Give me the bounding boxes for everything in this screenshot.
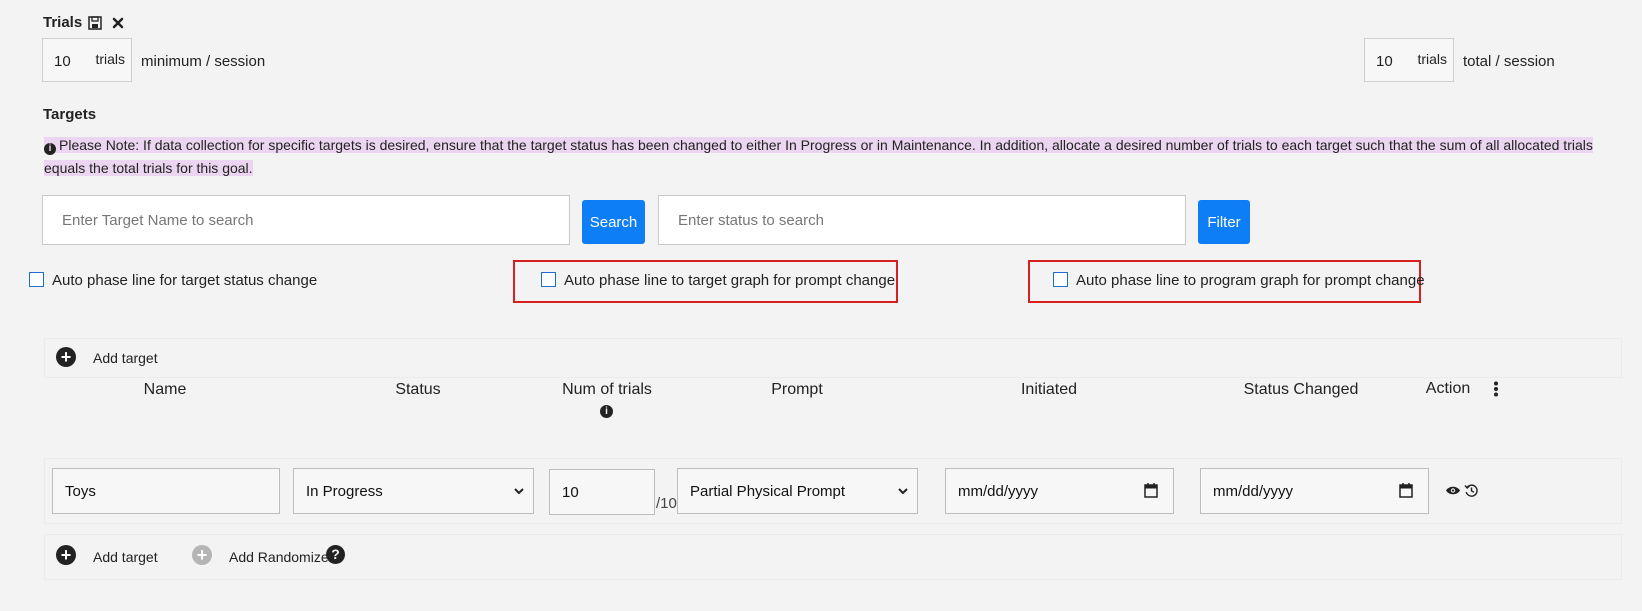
status-value: In Progress (306, 482, 383, 500)
add-target-icon[interactable]: + (56, 347, 76, 367)
status-search-input[interactable]: Enter status to search (658, 195, 1186, 245)
auto-target-graph-checkbox[interactable] (541, 272, 556, 287)
initiated-date-input[interactable]: mm/dd/yyyy (945, 468, 1174, 514)
more-options-icon[interactable] (1489, 381, 1503, 397)
column-name: Name (143, 381, 187, 398)
calendar-icon[interactable] (1144, 482, 1158, 502)
targets-note: i Please Note: If data collection for spe… (44, 134, 1604, 180)
help-icon[interactable]: ? (326, 545, 345, 564)
auto-program-graph-checkbox[interactable] (1053, 272, 1068, 287)
target-name-value: Toys (65, 482, 96, 500)
total-trials-label: total / session (1463, 53, 1555, 70)
column-initiated: Initiated (1020, 381, 1078, 398)
min-trials-label: minimum / session (141, 53, 266, 70)
calendar-icon[interactable] (1399, 482, 1413, 502)
min-trials-input[interactable]: 10 trials (42, 38, 132, 82)
table-header-panel (44, 338, 1622, 378)
column-prompt: Prompt (771, 381, 823, 398)
note-line-1: Please Note: If data collection for spec… (59, 137, 1593, 153)
chevron-down-icon (513, 484, 525, 501)
add-randomize-link[interactable]: Add Randomize (229, 549, 329, 565)
status-changed-value: mm/dd/yyyy (1213, 482, 1294, 500)
num-trials-value: 10 (562, 483, 579, 501)
auto-status-checkbox[interactable] (29, 272, 44, 287)
filter-button[interactable]: Filter (1198, 200, 1250, 244)
target-name-search-input[interactable]: Enter Target Name to search (42, 195, 570, 245)
num-trials-info-icon[interactable]: i (600, 405, 613, 418)
targets-heading: Targets (43, 106, 97, 123)
auto-target-graph-label: Auto phase line to target graph for prom… (564, 272, 896, 289)
prompt-select[interactable]: Partial Physical Prompt (677, 468, 918, 514)
initiated-value: mm/dd/yyyy (958, 482, 1039, 500)
status-placeholder: Enter status to search (678, 211, 824, 229)
add-target-link[interactable]: Add target (93, 350, 158, 366)
trials-heading: Trials (43, 14, 83, 31)
column-action: Action (1425, 380, 1471, 397)
status-select[interactable]: In Progress (293, 468, 534, 514)
column-status-changed: Status Changed (1243, 381, 1359, 398)
add-randomize-icon[interactable]: + (192, 545, 212, 565)
total-trials-input[interactable]: 10 trials (1364, 38, 1454, 82)
status-changed-date-input[interactable]: mm/dd/yyyy (1200, 468, 1429, 514)
close-icon[interactable] (110, 15, 126, 31)
num-trials-field[interactable]: 10 (549, 469, 655, 515)
total-trials-unit: trials (1417, 51, 1447, 67)
add-target-footer-link[interactable]: Add target (93, 549, 158, 565)
auto-status-label: Auto phase line for target status change (52, 272, 318, 289)
column-num-trials: Num of trials (562, 381, 652, 398)
info-icon: i (44, 143, 56, 155)
column-status: Status (395, 381, 441, 398)
min-trials-unit: trials (95, 51, 125, 67)
history-icon[interactable] (1463, 482, 1479, 498)
save-icon[interactable] (87, 15, 103, 31)
min-trials-value: 10 (54, 53, 71, 70)
eye-icon[interactable] (1445, 484, 1461, 496)
note-line-2: equals the total trials for this goal. (44, 160, 253, 176)
target-name-placeholder: Enter Target Name to search (62, 211, 254, 229)
total-trials-value: 10 (1376, 53, 1393, 70)
auto-program-graph-label: Auto phase line to program graph for pro… (1076, 272, 1425, 289)
search-button[interactable]: Search (582, 200, 645, 244)
prompt-value: Partial Physical Prompt (690, 482, 846, 500)
num-trials-suffix: /10 (656, 495, 677, 512)
add-target-icon[interactable]: + (56, 545, 76, 565)
target-name-field[interactable]: Toys (52, 468, 280, 514)
chevron-down-icon (897, 484, 909, 501)
